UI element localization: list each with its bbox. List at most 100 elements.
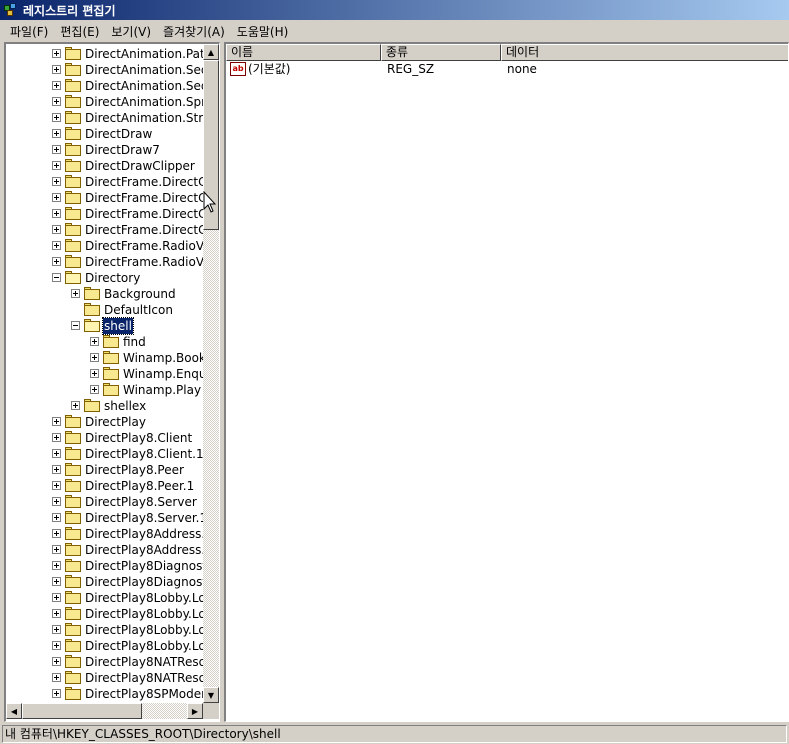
expand-plus-icon[interactable] bbox=[52, 609, 61, 618]
key-tree-pane[interactable]: DirectAnimation.Path DirectAnimation.Seq D… bbox=[4, 42, 220, 722]
tree-item[interactable]: DirectPlay8.Peer.1 bbox=[6, 478, 203, 494]
expand-plus-icon[interactable] bbox=[52, 433, 61, 442]
tree-item[interactable]: DirectPlay8Lobby.Lo bbox=[6, 590, 203, 606]
tree-vertical-scrollbar[interactable]: ▲ ▼ bbox=[203, 44, 219, 703]
tree-item[interactable]: DirectPlay bbox=[6, 414, 203, 430]
expand-plus-icon[interactable] bbox=[52, 689, 61, 698]
tree-item[interactable]: DirectDrawClipper bbox=[6, 158, 203, 174]
menu-file[interactable]: 파일(F) bbox=[4, 23, 54, 40]
menu-favorites[interactable]: 즐겨찾기(A) bbox=[157, 23, 231, 40]
tree-item[interactable]: DirectFrame.DirectCo bbox=[6, 190, 203, 206]
tree-item[interactable]: DirectPlay8Address. bbox=[6, 542, 203, 558]
expand-plus-icon[interactable] bbox=[52, 161, 61, 170]
menu-view[interactable]: 보기(V) bbox=[105, 23, 157, 40]
scroll-left-arrow-icon[interactable]: ◀ bbox=[6, 703, 22, 719]
tree-item[interactable]: DirectFrame.DirectCr bbox=[6, 206, 203, 222]
tree-item[interactable]: DirectDraw7 bbox=[6, 142, 203, 158]
scroll-right-arrow-icon[interactable]: ▶ bbox=[187, 703, 203, 719]
expand-plus-icon[interactable] bbox=[90, 353, 99, 362]
tree-item[interactable]: DirectPlay8NATReso bbox=[6, 654, 203, 670]
expand-plus-icon[interactable] bbox=[90, 369, 99, 378]
expand-plus-icon[interactable] bbox=[90, 385, 99, 394]
tree-item[interactable]: Winamp.Enqu bbox=[6, 366, 203, 382]
menu-help[interactable]: 도움말(H) bbox=[231, 23, 295, 40]
expand-plus-icon[interactable] bbox=[52, 65, 61, 74]
tree-item[interactable]: DirectPlay8Lobby.Lo bbox=[6, 622, 203, 638]
expand-plus-icon[interactable] bbox=[52, 81, 61, 90]
menu-edit[interactable]: 편집(E) bbox=[54, 23, 105, 40]
tree-item[interactable]: Background bbox=[6, 286, 203, 302]
column-header-type[interactable]: 종류 bbox=[381, 44, 501, 61]
expand-plus-icon[interactable] bbox=[52, 545, 61, 554]
tree-item[interactable]: DirectPlay8SPModer bbox=[6, 686, 203, 702]
tree-item[interactable]: DirectFrame.RadioVi bbox=[6, 254, 203, 270]
expand-plus-icon[interactable] bbox=[71, 401, 80, 410]
tree-item[interactable]: DirectFrame.DirectCr bbox=[6, 222, 203, 238]
expand-plus-icon[interactable] bbox=[52, 641, 61, 650]
expand-plus-icon[interactable] bbox=[52, 113, 61, 122]
expand-plus-icon[interactable] bbox=[52, 577, 61, 586]
expand-plus-icon[interactable] bbox=[52, 449, 61, 458]
tree-item[interactable]: Winamp.Book bbox=[6, 350, 203, 366]
expand-plus-icon[interactable] bbox=[52, 97, 61, 106]
tree-item[interactable]: DirectAnimation.Spri bbox=[6, 94, 203, 110]
expand-plus-icon[interactable] bbox=[52, 529, 61, 538]
value-list-pane[interactable]: 이름 종류 데이터 ab (기본값) REG_SZ none bbox=[224, 42, 789, 722]
tree-item[interactable]: DirectAnimation.Path bbox=[6, 46, 203, 62]
tree-horizontal-scroll-thumb[interactable] bbox=[22, 703, 142, 719]
column-header-data[interactable]: 데이터 bbox=[501, 44, 788, 61]
tree-item[interactable]: shellex bbox=[6, 398, 203, 414]
expand-plus-icon[interactable] bbox=[52, 145, 61, 154]
expand-plus-icon[interactable] bbox=[52, 561, 61, 570]
tree-item[interactable]: DirectPlay8Lobby.Lo bbox=[6, 638, 203, 654]
expand-plus-icon[interactable] bbox=[52, 177, 61, 186]
expand-plus-icon[interactable] bbox=[52, 481, 61, 490]
expand-plus-icon[interactable] bbox=[52, 241, 61, 250]
tree-item[interactable]: DirectDraw bbox=[6, 126, 203, 142]
tree-item[interactable]: DirectPlay8.Server.1 bbox=[6, 510, 203, 526]
expand-plus-icon[interactable] bbox=[52, 673, 61, 682]
tree-item[interactable]: DirectPlay8Diagnosti bbox=[6, 558, 203, 574]
scroll-up-arrow-icon[interactable]: ▲ bbox=[203, 44, 219, 60]
tree-item[interactable]: DirectPlay8Address. bbox=[6, 526, 203, 542]
tree-item[interactable]: DirectFrame.DirectCo bbox=[6, 174, 203, 190]
tree-item[interactable]: DirectPlay8.Client bbox=[6, 430, 203, 446]
tree-item[interactable]: shell bbox=[6, 317, 203, 335]
tree-item[interactable]: DefaultIcon bbox=[6, 302, 203, 318]
tree-item[interactable]: DirectAnimation.Seq bbox=[6, 62, 203, 78]
tree-item[interactable]: DirectPlay8Diagnosti bbox=[6, 574, 203, 590]
expand-plus-icon[interactable] bbox=[90, 337, 99, 346]
expand-plus-icon[interactable] bbox=[52, 657, 61, 666]
expand-plus-icon[interactable] bbox=[52, 513, 61, 522]
tree-item[interactable]: Winamp.Play bbox=[6, 382, 203, 398]
tree-item[interactable]: DirectPlay8.Client.1 bbox=[6, 446, 203, 462]
tree-item[interactable]: DirectAnimation.Stru bbox=[6, 110, 203, 126]
tree-item[interactable]: DirectPlay8NATReso bbox=[6, 670, 203, 686]
tree-item[interactable]: DirectPlay8.Peer bbox=[6, 462, 203, 478]
expand-plus-icon[interactable] bbox=[52, 129, 61, 138]
tree-item[interactable]: DirectFrame.RadioVi bbox=[6, 238, 203, 254]
collapse-minus-icon[interactable] bbox=[52, 273, 61, 282]
tree-item[interactable]: DirectAnimation.Seq bbox=[6, 78, 203, 94]
tree-item[interactable]: DirectPlay8.Server bbox=[6, 494, 203, 510]
tree-item[interactable]: DirectPlay8Lobby.Lo bbox=[6, 606, 203, 622]
expand-plus-icon[interactable] bbox=[71, 289, 80, 298]
expand-plus-icon[interactable] bbox=[52, 193, 61, 202]
title-bar[interactable]: 레지스트리 편집기 bbox=[0, 0, 789, 20]
expand-plus-icon[interactable] bbox=[52, 49, 61, 58]
expand-plus-icon[interactable] bbox=[52, 209, 61, 218]
scroll-down-arrow-icon[interactable]: ▼ bbox=[203, 687, 219, 703]
value-row[interactable]: ab (기본값) REG_SZ none bbox=[226, 61, 786, 78]
collapse-minus-icon[interactable] bbox=[71, 321, 80, 330]
tree-horizontal-scrollbar[interactable]: ◀ ▶ bbox=[6, 703, 203, 719]
expand-plus-icon[interactable] bbox=[52, 625, 61, 634]
tree-item[interactable]: Directory bbox=[6, 270, 203, 286]
expand-plus-icon[interactable] bbox=[52, 257, 61, 266]
column-header-name[interactable]: 이름 bbox=[226, 44, 381, 61]
expand-plus-icon[interactable] bbox=[52, 593, 61, 602]
expand-plus-icon[interactable] bbox=[52, 497, 61, 506]
expand-plus-icon[interactable] bbox=[52, 417, 61, 426]
tree-item[interactable]: find bbox=[6, 334, 203, 350]
expand-plus-icon[interactable] bbox=[52, 465, 61, 474]
expand-plus-icon[interactable] bbox=[52, 225, 61, 234]
